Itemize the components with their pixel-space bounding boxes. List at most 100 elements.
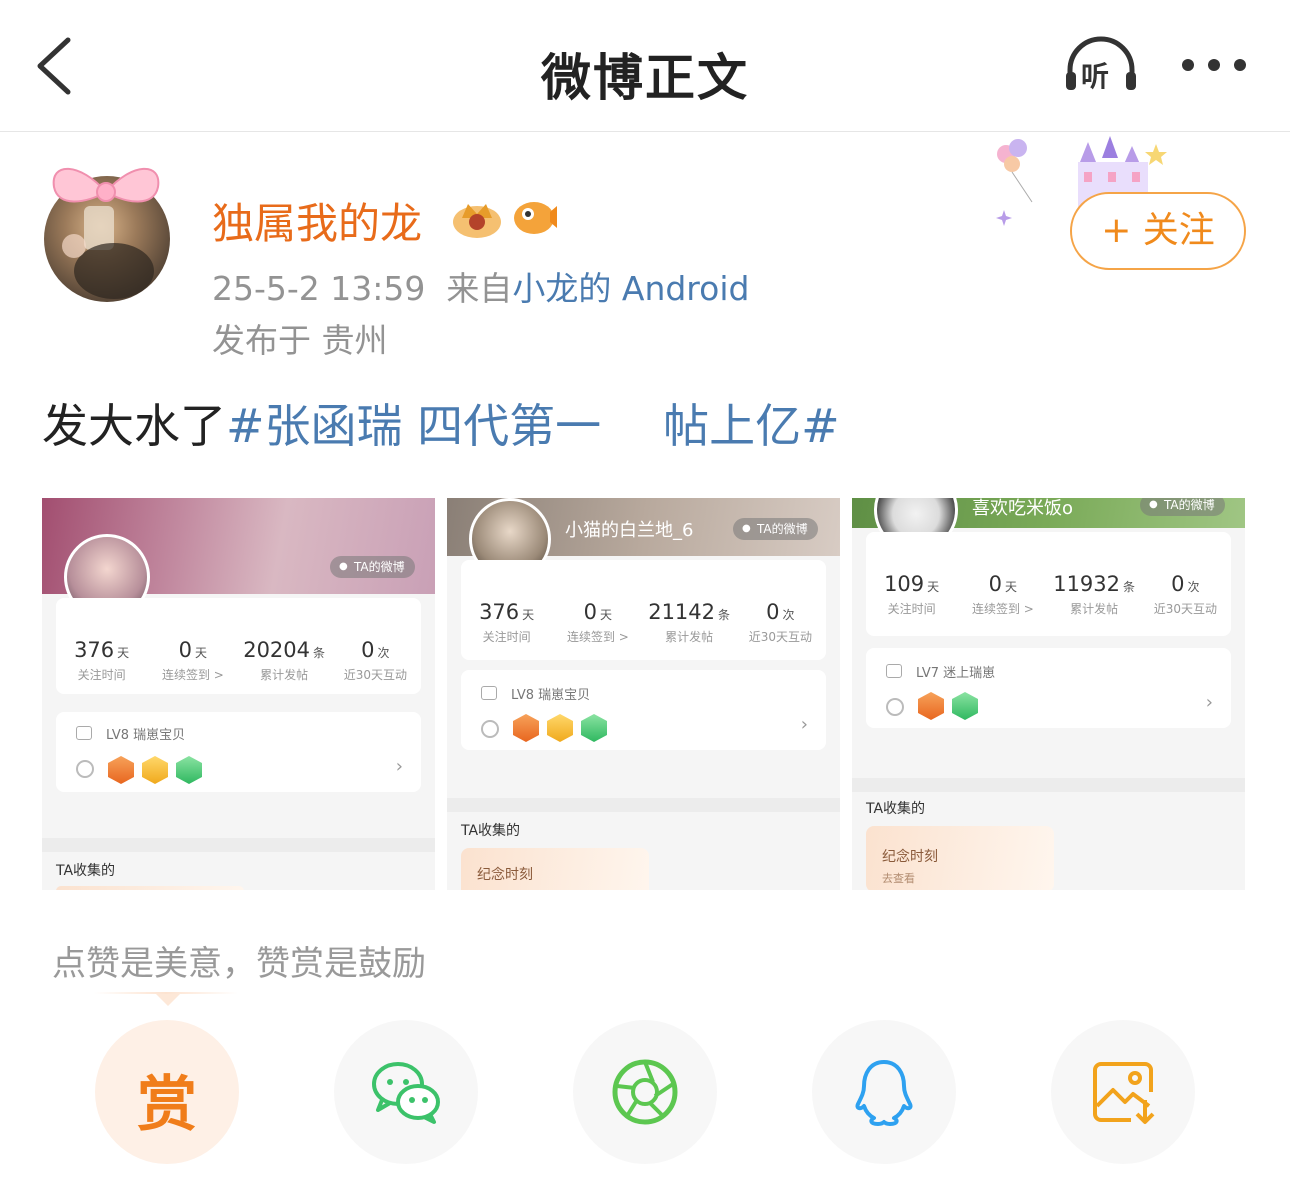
profile-stats: 376 天关注时间 0 天连续签到 > 21142 条累计发帖 0 次近30天互动 [461, 560, 826, 660]
stat-value: 0 [766, 600, 780, 624]
medal-icon [918, 692, 944, 720]
stat-value: 0 [178, 638, 193, 662]
top-navbar: 微博正文 听 [0, 0, 1290, 132]
stat-label: 累计发帖 [665, 630, 714, 644]
level-text: LV8 瑞崽宝贝 [106, 728, 186, 743]
chevron-right-icon: › [800, 714, 808, 735]
stat-label: 连续签到 > [161, 668, 224, 682]
user-avatar[interactable] [40, 167, 172, 302]
medal-icon [513, 714, 539, 742]
more-button[interactable] [1178, 52, 1250, 78]
stat-label: 关注时间 [482, 630, 531, 644]
level-box: LV7 迷上瑞崽 › [866, 648, 1231, 728]
username[interactable]: 独属我的龙 [212, 190, 422, 251]
stat-label: 连续签到 > [971, 602, 1034, 616]
medal-icon [952, 692, 978, 720]
reward-icon: 赏 [137, 1070, 197, 1140]
bow-decoration-icon [52, 167, 160, 203]
collect-card: 纪念时刻 去查看 [866, 826, 1054, 890]
post-image-1[interactable]: TA的微博 376天关注时间 0天连续签到 > 20204条累计发帖 0次近30… [42, 498, 435, 890]
collect-title: TA收集的 [866, 801, 926, 817]
stat-label: 关注时间 [887, 602, 936, 616]
medal-icon [581, 714, 607, 742]
collect-sub: 去查看 [882, 872, 915, 885]
stat-label: 近30天互动 [748, 630, 813, 644]
post-timestamp: 25-5-2 13:59 [212, 269, 426, 308]
settings-icon [886, 698, 904, 716]
profile-name: 喜欢吃米饭o [972, 498, 1074, 519]
level-crown-icon [481, 686, 497, 700]
reward-pointer-arrow [156, 994, 180, 1006]
stat-label: 连续签到 > [566, 630, 629, 644]
stat-value: 11932 [1053, 572, 1121, 596]
reward-button[interactable]: 赏 [95, 1020, 239, 1164]
collect-title: TA收集的 [56, 863, 116, 879]
qq-icon [855, 1060, 913, 1126]
listen-label: 听 [1081, 60, 1110, 93]
divider [852, 778, 1245, 792]
post-image-3[interactable]: 喜欢吃米饭o TA的微博 109天关注时间 0天连续签到 > 11932条累计发… [852, 498, 1245, 890]
stat-label: 累计发帖 [1070, 602, 1119, 616]
profile-name: 小猫的白兰地_6 [565, 520, 694, 541]
collect-card: 纪念时刻 [461, 848, 649, 890]
ta-weibo-pill: TA的微博 [1140, 498, 1225, 516]
stat-value: 376 [479, 600, 520, 624]
reward-hint: 点赞是美意，赞赏是鼓励 [52, 944, 426, 984]
post-content: 发大水了#张函瑞 四代第一 帖上亿# [42, 390, 840, 456]
source-link[interactable]: 小龙的 Android [512, 269, 749, 308]
post-image-2[interactable]: 小猫的白兰地_6 TA的微博 376天关注时间 0天连续签到 > 21142条累… [447, 498, 840, 890]
post-text-plain: 发大水了 [42, 399, 226, 453]
save-image-button[interactable] [1051, 1020, 1195, 1164]
divider [42, 838, 435, 852]
share-wechat-button[interactable] [334, 1020, 478, 1164]
share-moments-button[interactable] [573, 1020, 717, 1164]
level-text: LV7 迷上瑞崽 [916, 666, 996, 681]
level-crown-icon [886, 664, 902, 678]
stat-value: 376 [74, 638, 115, 662]
level-box: LV8 瑞崽宝贝 › [461, 670, 826, 750]
share-qq-button[interactable] [812, 1020, 956, 1164]
collect-card [56, 886, 244, 890]
chevron-right-icon: › [1205, 692, 1213, 713]
source-prefix: 来自 [446, 269, 513, 308]
moments-icon [612, 1059, 678, 1125]
topic-link[interactable]: #张函瑞 四代第一 帖上亿# [226, 399, 840, 453]
profile-stats: 109 天关注时间 0 天连续签到 > 11932 条累计发帖 0 次近30天互动 [866, 532, 1231, 636]
post-meta: 25-5-2 13:59 来自小龙的 Android [212, 262, 749, 310]
fish-badge-icon [514, 202, 557, 234]
stat-label: 关注时间 [77, 668, 126, 682]
stat-label: 累计发帖 [260, 668, 309, 682]
more-dots-icon [1182, 59, 1246, 71]
stat-value: 0 [1171, 572, 1185, 596]
stat-label: 近30天互动 [1153, 602, 1218, 616]
ta-weibo-pill: TA的微博 [330, 556, 415, 578]
medal-icon [547, 714, 573, 742]
settings-icon [481, 720, 499, 738]
chevron-right-icon: › [395, 756, 403, 777]
profile-stats: 376 天关注时间 0 天连续签到 > 20204 条累计发帖 0 次近30天互动 [56, 598, 421, 694]
medal-icon [108, 756, 134, 784]
divider [447, 798, 840, 812]
crown-badge-icon [453, 204, 501, 238]
ta-weibo-pill: TA的微博 [733, 518, 818, 540]
stat-value: 0 [583, 600, 598, 624]
stat-value: 21142 [648, 600, 716, 624]
collect-title: TA收集的 [461, 823, 521, 839]
save-image-icon [1093, 1062, 1155, 1124]
post-location: 发布于 贵州 [212, 321, 388, 360]
settings-icon [76, 760, 94, 778]
medal-icon [142, 756, 168, 784]
stat-label: 近30天互动 [343, 668, 408, 682]
medal-icon [176, 756, 202, 784]
stat-value: 20204 [243, 638, 311, 662]
wechat-icon [372, 1062, 440, 1124]
level-crown-icon [76, 726, 92, 740]
collect-label: 纪念时刻 [882, 849, 938, 865]
stat-value: 109 [884, 572, 925, 596]
stat-value: 0 [988, 572, 1003, 596]
level-box: LV8 瑞崽宝贝 › [56, 712, 421, 792]
stat-value: 0 [361, 638, 375, 662]
follow-button[interactable]: + 关注 [1070, 192, 1246, 270]
collect-label: 纪念时刻 [477, 867, 533, 883]
level-text: LV8 瑞崽宝贝 [511, 688, 591, 703]
